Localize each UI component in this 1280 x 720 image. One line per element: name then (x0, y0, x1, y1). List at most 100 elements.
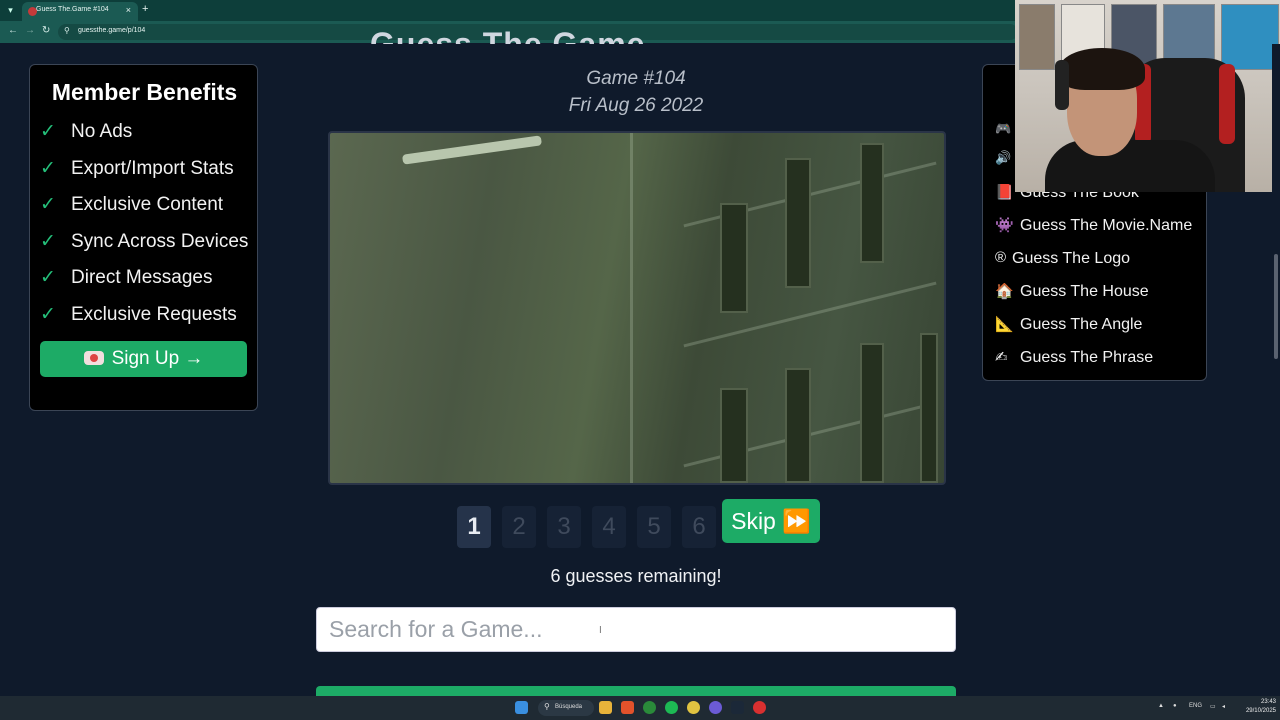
member-benefits-panel: Member Benefits ✓ No Ads ✓ Export/Import… (29, 64, 258, 411)
other-game-label: Guess The Phrase (1020, 349, 1154, 366)
tab-title: Guess The.Game #104 (36, 6, 109, 13)
check-icon: ✓ (40, 158, 56, 179)
benefit-item: ✓ Exclusive Requests (40, 303, 260, 327)
benefit-label: Direct Messages (71, 267, 213, 288)
guess-the-logo-link[interactable]: ® Guess The Logo (995, 248, 1205, 270)
benefit-item: ✓ Direct Messages (40, 266, 260, 290)
steam-icon[interactable] (731, 701, 744, 714)
screenshot-window (720, 388, 748, 483)
benefits-title: Member Benefits (51, 79, 238, 105)
new-tab-icon[interactable]: + (142, 3, 148, 15)
game-date: Fri Aug 26 2022 (568, 95, 704, 116)
taskbar-search[interactable]: ⚲ Búsqueda (538, 700, 594, 716)
microphone-icon[interactable]: ● (1173, 703, 1177, 709)
brave-browser-icon[interactable] (621, 701, 634, 714)
headset (1055, 60, 1069, 110)
tray-overflow-icon[interactable]: ▲ (1158, 703, 1164, 709)
check-icon: ✓ (40, 231, 56, 252)
house-icon: 🏠 (995, 283, 1014, 300)
screenshot-window (720, 203, 748, 313)
screenshot-detail (630, 133, 633, 483)
sign-up-button[interactable]: Sign Up → (40, 341, 247, 377)
benefit-label: Exclusive Requests (71, 304, 237, 325)
check-icon: ✓ (40, 121, 56, 142)
streamer (1045, 140, 1215, 192)
screenshot-window (860, 343, 884, 483)
benefit-item: ✓ Export/Import Stats (40, 157, 260, 181)
browser-tab[interactable]: Guess The.Game #104 × (22, 2, 138, 21)
submit-button[interactable] (316, 686, 956, 696)
guess-the-phrase-link[interactable]: ✍ Guess The Phrase (995, 347, 1205, 369)
other-game-label: Guess The Movie.Name (1020, 217, 1193, 234)
check-icon: ✓ (40, 304, 56, 325)
search-icon: ⚲ (544, 702, 550, 711)
chrome-icon[interactable] (687, 701, 700, 714)
site-title-text: Guess The.Game (370, 26, 646, 44)
site-info-icon[interactable]: ⚲ (64, 26, 70, 35)
guess-the-movie-link[interactable]: 👾 Guess The Movie.Name (995, 215, 1205, 237)
guess-the-house-link[interactable]: 🏠 Guess The House (995, 281, 1205, 303)
benefit-label: Exclusive Content (71, 194, 224, 215)
game-screenshot (328, 131, 946, 485)
messenger-icon[interactable] (709, 701, 722, 714)
os-taskbar: ⚲ Búsqueda ▲ ● ENG ▭ ◂ 23:43 29/10/2025 (0, 696, 1280, 720)
guess-6-button[interactable]: 6 (682, 506, 716, 548)
screenshot-window (785, 158, 811, 288)
benefit-item: ✓ No Ads (40, 120, 260, 144)
guess-5-button[interactable]: 5 (637, 506, 671, 548)
writing-hand-icon: ✍ (995, 349, 1008, 366)
scrollbar-thumb[interactable] (1274, 254, 1278, 359)
guess-2-button[interactable]: 2 (502, 506, 536, 548)
webcam-overlay (1015, 0, 1280, 192)
screenshot-window (860, 143, 884, 263)
windows-start-icon[interactable] (515, 701, 528, 714)
reload-icon[interactable]: ↻ (42, 25, 50, 36)
network-icon[interactable]: ▭ (1210, 703, 1216, 710)
sign-up-label: Sign Up → (111, 348, 204, 369)
language-indicator[interactable]: ENG (1189, 703, 1202, 709)
patreon-icon (83, 351, 104, 365)
benefit-label: No Ads (71, 121, 133, 142)
game-search-input[interactable] (316, 607, 956, 652)
benefit-item: ✓ Sync Across Devices (40, 230, 260, 254)
guess-the-angle-link[interactable]: 📐 Guess The Angle (995, 314, 1205, 336)
xbox-icon[interactable] (643, 701, 656, 714)
clock-time: 23:43 (1260, 699, 1276, 705)
guess-1-button[interactable]: 1 (457, 506, 491, 548)
streamer (1059, 48, 1145, 90)
forward-icon[interactable]: → (25, 25, 35, 36)
screenshot-window (785, 368, 811, 483)
benefit-label: Sync Across Devices (71, 231, 249, 252)
game-number: Game #104 (586, 68, 686, 89)
check-icon: ✓ (40, 267, 56, 288)
mouse-cursor-icon: I (599, 625, 602, 636)
tab-list-icon[interactable]: ▾ (4, 4, 17, 17)
guess-3-button[interactable]: 3 (547, 506, 581, 548)
guesses-remaining: 6 guesses remaining! (550, 566, 722, 586)
back-icon[interactable]: ← (8, 25, 18, 36)
other-game-label: Guess The Angle (1020, 316, 1143, 333)
taskbar-search-label: Búsqueda (555, 704, 583, 710)
alien-monster-icon: 👾 (995, 217, 1014, 234)
recording-app-icon[interactable] (753, 701, 766, 714)
clock-date: 29/10/2025 (1245, 708, 1276, 714)
wall-poster (1221, 4, 1279, 70)
wall-poster (1019, 4, 1055, 70)
registered-icon: ® (995, 249, 1007, 266)
other-game-label: Guess The Logo (1012, 250, 1131, 267)
benefit-label: Export/Import Stats (71, 158, 234, 179)
benefit-item: ✓ Exclusive Content (40, 193, 260, 217)
other-game-label: Guess The House (1020, 283, 1149, 300)
check-icon: ✓ (40, 194, 56, 215)
spotify-icon[interactable] (665, 701, 678, 714)
skip-button[interactable]: Skip ⏩ (722, 499, 820, 543)
close-tab-icon[interactable]: × (126, 5, 131, 15)
page-scrollbar[interactable] (1272, 44, 1280, 696)
taskbar-clock[interactable]: 23:43 29/10/2025 (1236, 698, 1276, 716)
volume-icon[interactable]: ◂ (1222, 703, 1225, 710)
gaming-chair (1219, 64, 1235, 144)
file-explorer-icon[interactable] (599, 701, 612, 714)
guess-4-button[interactable]: 4 (592, 506, 626, 548)
screenshot-window (920, 333, 938, 483)
site-title: Guess The.Game (370, 22, 670, 44)
